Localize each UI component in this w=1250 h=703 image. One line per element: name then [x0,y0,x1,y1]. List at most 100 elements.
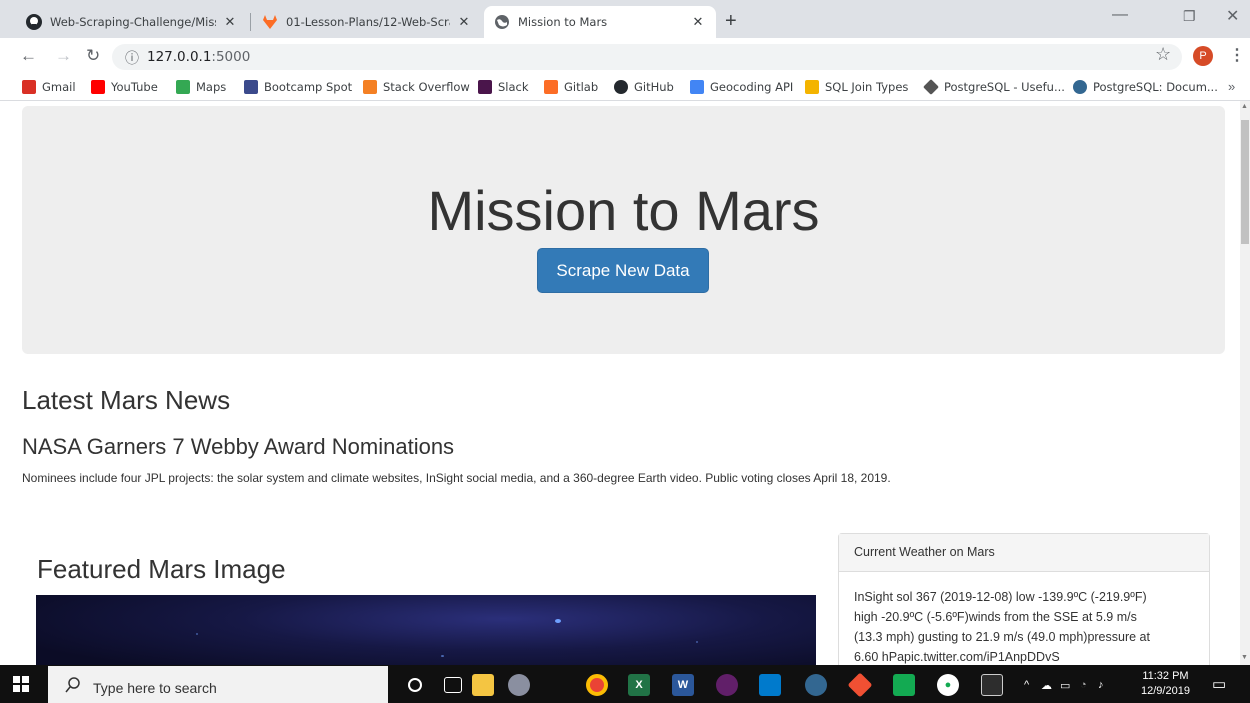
weather-line: (13.3 mph) gusting to 21.9 m/s (49.0 mph… [854,630,1150,644]
bookmark-label: Stack Overflow [383,80,470,94]
notification-icon[interactable]: ▭ [1212,675,1226,693]
forward-icon[interactable]: → [55,46,72,66]
star-dot [696,641,698,643]
bookmark-label: Maps [196,80,227,94]
page-viewport: Mission to Mars Scrape New Data Latest M… [0,101,1240,665]
star-dot [441,655,444,657]
news-paragraph: Nominees include four JPL projects: the … [22,471,891,485]
terminal-icon[interactable] [981,674,1003,696]
chrome-icon[interactable] [586,674,608,696]
close-icon[interactable]: ✕ [456,14,472,30]
info-icon[interactable]: ⓘ [125,48,139,68]
clock-time: 11:32 PM [1142,670,1189,682]
sql-icon [805,80,819,94]
bookmark-label: YouTube [111,80,158,94]
reload-icon[interactable]: ↻ [86,46,100,66]
bookmark-github[interactable]: GitHub [614,80,674,94]
address-bar[interactable] [112,44,1182,70]
gitlab-icon [263,15,277,29]
github-icon [26,14,42,30]
profile-avatar[interactable]: P [1193,46,1213,66]
bookmark-geocoding[interactable]: Geocoding API [690,80,793,94]
scrape-new-data-button[interactable]: Scrape New Data [537,248,709,293]
news-title: NASA Garners 7 Webby Award Nominations [22,434,455,459]
taskbar-search-placeholder: Type here to search [93,680,217,696]
vscode-icon[interactable] [759,674,781,696]
featured-mars-image [36,595,816,665]
page-title: Mission to Mars [427,179,820,242]
maps-icon [176,80,190,94]
bookmark-gmail[interactable]: Gmail [22,80,76,94]
snipping-tool-icon[interactable] [508,674,530,696]
minimize-icon[interactable]: — [1112,6,1128,24]
geocoding-icon [690,80,704,94]
new-tab-button[interactable]: + [725,10,737,33]
mongodb-compass-icon[interactable] [893,674,915,696]
bookmark-gitlab[interactable]: Gitlab [544,80,598,94]
menu-icon[interactable]: ⋮ [1229,45,1245,65]
url-port: :5000 [211,49,251,65]
bookmark-bootcamp[interactable]: Bootcamp Spot [244,80,352,94]
star-dot [196,633,198,635]
bookmark-slack[interactable]: Slack [478,80,529,94]
taskbar-clock[interactable]: 11:32 PM 12/9/2019 [1141,669,1190,699]
star-dot [555,619,561,623]
tab-title: 01-Lesson-Plans/12-Web-Scrapir [286,15,450,29]
bootcamp-icon [244,80,258,94]
bookmark-star-icon[interactable]: ☆ [1155,44,1171,65]
featured-image-heading: Featured Mars Image [37,554,286,584]
wifi-icon[interactable]: ◔ [1080,679,1087,691]
tab-title: Mission to Mars [518,15,608,29]
task-view-icon[interactable] [444,677,462,693]
stackoverflow-icon [363,80,377,94]
bookmark-postgres-useful[interactable]: PostgreSQL - Usefu... [923,79,1065,95]
url-text[interactable]: 127.0.0.1:5000 [147,49,250,65]
bookmark-sql-join[interactable]: SQL Join Types [805,80,908,94]
volume-icon[interactable]: ♪ [1098,679,1104,691]
scroll-down-icon[interactable]: ▼ [1241,654,1248,661]
back-icon[interactable]: ← [20,46,37,66]
weather-heading: Current Weather on Mars [839,534,1209,572]
bookmark-label: GitHub [634,80,674,94]
bookmark-label: PostgreSQL - Usefu... [944,80,1065,94]
bookmark-maps[interactable]: Maps [176,80,226,94]
file-explorer-icon[interactable] [472,674,494,696]
weather-body: InSight sol 367 (2019-12-08) low -139.9º… [839,572,1209,665]
weather-line: high -20.9ºC (-5.6ºF)winds from the SSE … [854,610,1137,624]
bookmark-label: PostgreSQL: Docum... [1093,80,1218,94]
globe-icon [495,15,509,29]
bookmark-label: SQL Join Types [825,80,909,94]
window-close-icon[interactable]: ✕ [1226,6,1239,26]
restore-icon[interactable]: ❐ [1183,8,1196,25]
tab-mission-to-mars[interactable]: Mission to Mars ✕ [484,6,716,38]
slack-icon [478,80,492,94]
tray-chevron-icon[interactable]: ^ [1024,679,1029,691]
gmail-icon [22,80,36,94]
excel-icon[interactable]: X [628,674,650,696]
word-icon[interactable]: W [672,674,694,696]
slack-taskbar-icon[interactable] [716,674,738,696]
url-host: 127.0.0.1 [147,49,212,65]
close-icon[interactable]: ✕ [222,14,238,30]
bookmark-label: Geocoding API [710,80,794,94]
scroll-up-icon[interactable]: ▲ [1241,103,1248,110]
cortana-icon[interactable] [408,678,422,692]
bookmark-postgres-docs[interactable]: PostgreSQL: Docum... [1073,80,1218,94]
bookmark-youtube[interactable]: YouTube [91,80,158,94]
bookmark-label: Gitlab [564,80,599,94]
mongodb-icon[interactable]: ● [937,674,959,696]
tab-github[interactable]: Web-Scraping-Challenge/Mission ✕ [16,6,248,38]
tab-separator [250,13,251,31]
scrollbar-thumb[interactable] [1241,120,1249,244]
windows-start-icon[interactable] [13,676,29,692]
postgres-elephant-icon [1073,80,1087,94]
bookmark-label: Bootcamp Spot [264,80,353,94]
onedrive-icon[interactable]: ☁ [1041,679,1052,692]
bookmark-stackoverflow[interactable]: Stack Overflow [363,80,470,94]
tab-gitlab[interactable]: 01-Lesson-Plans/12-Web-Scrapir ✕ [252,6,482,38]
close-icon[interactable]: ✕ [690,14,706,30]
battery-icon[interactable]: ▭ [1060,679,1070,692]
bookmarks-overflow-icon[interactable]: » [1228,79,1235,94]
pgadmin-icon[interactable] [805,674,827,696]
gitlab-icon [544,80,558,94]
